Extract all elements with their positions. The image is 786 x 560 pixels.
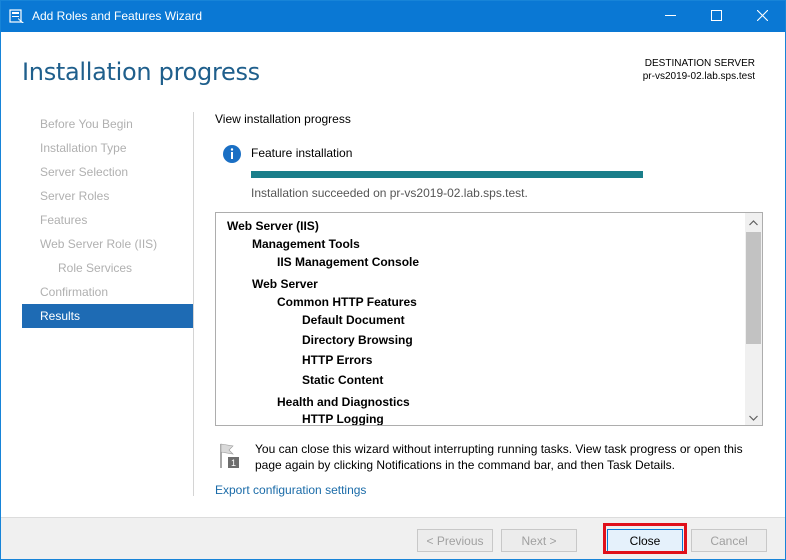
chevron-down-icon <box>749 410 758 424</box>
minimize-icon <box>664 10 676 24</box>
notification-badge-text: 1 <box>231 458 236 468</box>
result-item: Common HTTP Features <box>277 295 417 309</box>
wizard-steps-nav: Before You Begin Installation Type Serve… <box>22 112 193 328</box>
result-item: Web Server <box>252 277 318 291</box>
feature-installation-label: Feature installation <box>251 146 353 160</box>
next-button[interactable]: Next > <box>501 529 577 552</box>
minimize-button[interactable] <box>647 1 693 32</box>
destination-server-name: pr-vs2019-02.lab.sps.test <box>642 71 755 82</box>
result-item: Directory Browsing <box>302 333 413 347</box>
section-title: View installation progress <box>215 112 351 126</box>
installation-status-text: Installation succeeded on pr-vs2019-02.l… <box>251 186 528 200</box>
result-item: HTTP Logging <box>302 412 384 426</box>
maximize-button[interactable] <box>693 1 739 32</box>
nav-item-before-you-begin: Before You Begin <box>40 117 133 131</box>
nav-item-server-selection: Server Selection <box>40 165 129 179</box>
nav-item-results[interactable]: Results <box>22 304 193 328</box>
progress-fill <box>251 171 643 178</box>
export-configuration-link[interactable]: Export configuration settings <box>215 483 366 497</box>
chevron-up-icon <box>749 215 758 229</box>
close-icon <box>756 9 768 24</box>
page-title: Installation progress <box>22 58 260 86</box>
title-bar[interactable]: Add Roles and Features Wizard <box>1 1 785 32</box>
nav-item-confirmation: Confirmation <box>40 285 109 299</box>
nav-item-features: Features <box>40 213 88 227</box>
wizard-window: Add Roles and Features Wizard Installati… <box>0 0 786 560</box>
result-item: Management Tools <box>252 237 360 251</box>
wizard-app-icon <box>9 8 25 24</box>
nav-item-web-server-role: Web Server Role (IIS) <box>40 237 158 251</box>
maximize-icon <box>710 9 722 24</box>
scroll-up-button[interactable] <box>745 213 762 230</box>
notification-flag-icon: 1 <box>218 443 240 469</box>
result-item: IIS Management Console <box>277 255 420 269</box>
installation-progress-bar <box>251 171 643 178</box>
nav-divider <box>193 112 194 496</box>
previous-button[interactable]: < Previous <box>417 529 493 552</box>
cancel-button[interactable]: Cancel <box>691 529 767 552</box>
close-button-highlight <box>603 523 687 554</box>
result-item: Default Document <box>302 313 405 327</box>
close-wizard-note: You can close this wizard without interr… <box>255 442 743 472</box>
nav-item-server-roles: Server Roles <box>40 189 110 203</box>
result-item: Static Content <box>302 373 384 387</box>
nav-item-role-services: Role Services <box>58 261 133 275</box>
result-item: Health and Diagnostics <box>277 395 410 409</box>
results-scrollbar[interactable] <box>745 213 762 425</box>
destination-server-label: DESTINATION SERVER <box>644 58 755 69</box>
window-title: Add Roles and Features Wizard <box>32 9 203 23</box>
nav-item-installation-type: Installation Type <box>40 141 127 155</box>
result-item: HTTP Errors <box>302 353 373 367</box>
scroll-down-button[interactable] <box>745 408 762 425</box>
results-list-box[interactable]: Web Server (IIS) Management Tools IIS Mana… <box>215 212 763 426</box>
scroll-thumb[interactable] <box>746 232 761 344</box>
result-item: Web Server (IIS) <box>227 219 319 233</box>
window-close-button[interactable] <box>739 1 785 32</box>
info-icon <box>222 144 242 164</box>
